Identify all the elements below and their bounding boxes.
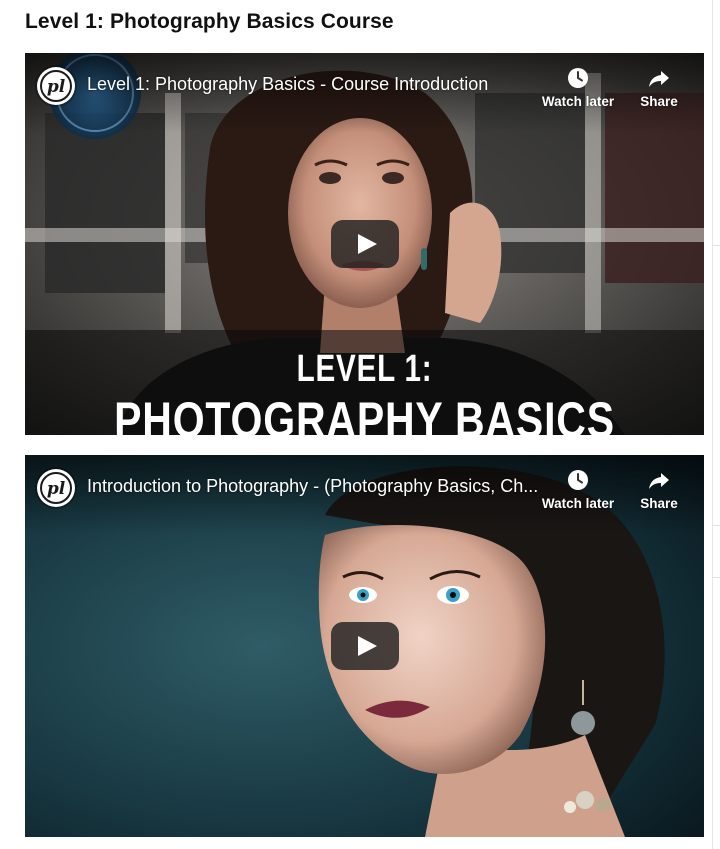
channel-avatar[interactable]: pl (37, 469, 75, 507)
thumbnail-caption-line-1: LEVEL 1: (296, 348, 433, 390)
divider-tick (712, 245, 720, 246)
svg-text:pl: pl (47, 479, 66, 499)
divider-tick (712, 577, 720, 578)
play-button[interactable] (331, 220, 399, 268)
video-title[interactable]: Introduction to Photography - (Photograp… (87, 476, 542, 497)
clock-icon (566, 468, 590, 492)
share-label: Share (640, 94, 678, 109)
watch-later-button[interactable]: Watch later (537, 468, 619, 511)
divider-tick (712, 525, 720, 526)
video-title[interactable]: Level 1: Photography Basics - Course Int… (87, 74, 542, 95)
right-divider (712, 0, 713, 849)
watch-later-label: Watch later (541, 94, 615, 109)
watch-later-label: Watch later (541, 496, 615, 511)
svg-text:pl: pl (47, 77, 66, 97)
share-arrow-icon (647, 468, 671, 492)
watch-later-button[interactable]: Watch later (537, 66, 619, 109)
page-title: Level 1: Photography Basics Course (25, 10, 394, 33)
share-arrow-icon (647, 66, 671, 90)
photographylife-logo-icon: pl (38, 68, 74, 104)
share-button[interactable]: Share (631, 66, 687, 109)
play-icon (331, 622, 399, 670)
thumbnail-caption-line-2: PHOTOGRAPHY BASICS (114, 392, 615, 435)
video-embed-1[interactable]: LEVEL 1: PHOTOGRAPHY BASICS pl Level 1: … (25, 53, 704, 435)
play-icon (331, 220, 399, 268)
clock-icon (566, 66, 590, 90)
channel-avatar[interactable]: pl (37, 67, 75, 105)
page: Level 1: Photography Basics Course LEVEL… (0, 0, 720, 849)
photographylife-logo-icon: pl (38, 470, 74, 506)
share-label: Share (640, 496, 678, 511)
share-button[interactable]: Share (631, 468, 687, 511)
video-embed-2[interactable]: pl Introduction to Photography - (Photog… (25, 455, 704, 837)
play-button[interactable] (331, 622, 399, 670)
